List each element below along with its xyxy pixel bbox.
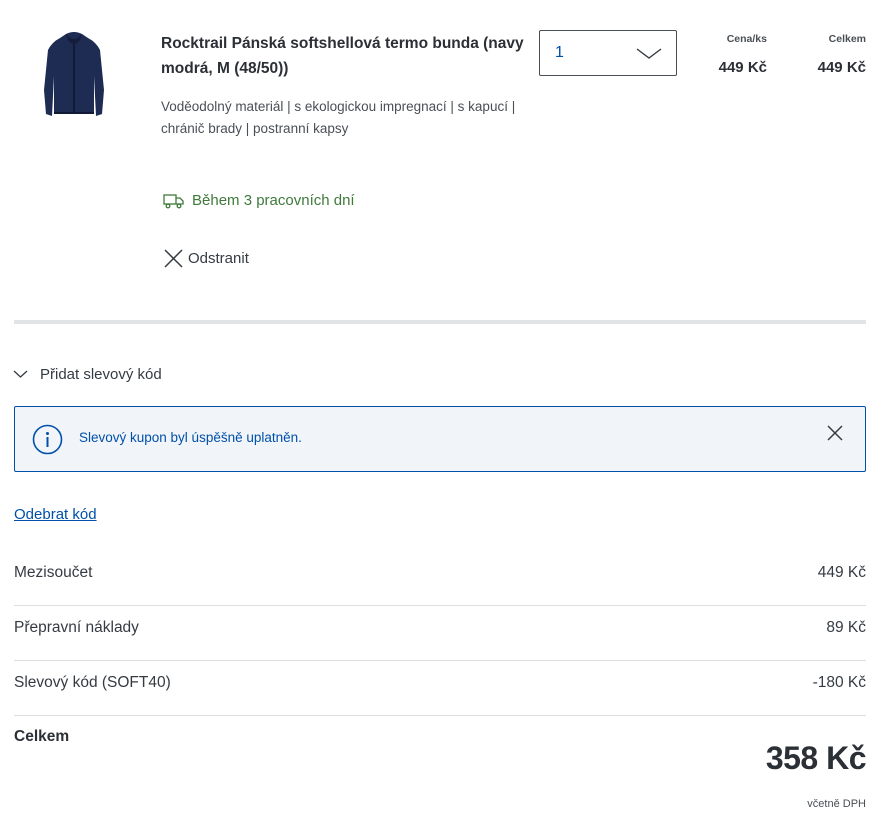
unit-price: 449 Kč	[718, 59, 767, 76]
line-total-label: Celkem	[828, 33, 866, 45]
info-icon	[32, 424, 63, 455]
section-divider	[14, 320, 866, 324]
grand-total-label: Celkem	[14, 728, 70, 745]
jacket-icon	[44, 32, 104, 116]
product-title[interactable]: Rocktrail Pánská softshellová termo bund…	[161, 31, 531, 81]
row-divider	[14, 605, 866, 606]
quantity-value: 1	[555, 44, 564, 61]
shipping-value: 89 Kč	[826, 619, 866, 636]
product-image[interactable]	[38, 30, 110, 120]
close-icon[interactable]	[825, 423, 845, 443]
discount-label: Slevový kód (SOFT40)	[14, 674, 171, 691]
remove-item-button[interactable]: Odstranit	[163, 248, 249, 269]
close-icon	[164, 249, 183, 268]
delivery-info: Během 3 pracovních dní	[163, 192, 355, 209]
delivery-text: Během 3 pracovních dní	[192, 192, 355, 209]
coupon-success-alert: Slevový kupon byl úspěšně uplatněn.	[14, 406, 866, 472]
subtotal-value: 449 Kč	[817, 564, 866, 581]
subtotal-label: Mezisoučet	[14, 564, 93, 581]
vat-note: včetně DPH	[807, 798, 866, 810]
chevron-down-icon	[13, 370, 28, 378]
shipping-label: Přepravní náklady	[14, 619, 139, 636]
product-description: Voděodolný materiál | s ekologickou impr…	[161, 99, 516, 136]
add-coupon-label: Přidat slevový kód	[40, 366, 162, 383]
coupon-success-text: Slevový kupon byl úspěšně uplatněn.	[79, 430, 302, 445]
truck-icon	[163, 193, 184, 208]
remove-item-label: Odstranit	[188, 250, 249, 267]
quantity-select[interactable]: 1	[539, 30, 677, 76]
remove-coupon-link[interactable]: Odebrat kód	[14, 506, 97, 523]
row-divider	[14, 715, 866, 716]
row-divider	[14, 660, 866, 661]
add-coupon-toggle[interactable]: Přidat slevový kód	[13, 366, 162, 383]
line-total-price: 449 Kč	[817, 59, 866, 76]
discount-value: -180 Kč	[812, 674, 866, 691]
unit-price-label: Cena/ks	[726, 33, 767, 45]
chevron-down-icon	[636, 48, 662, 59]
grand-total-value: 358 Kč	[765, 740, 867, 776]
